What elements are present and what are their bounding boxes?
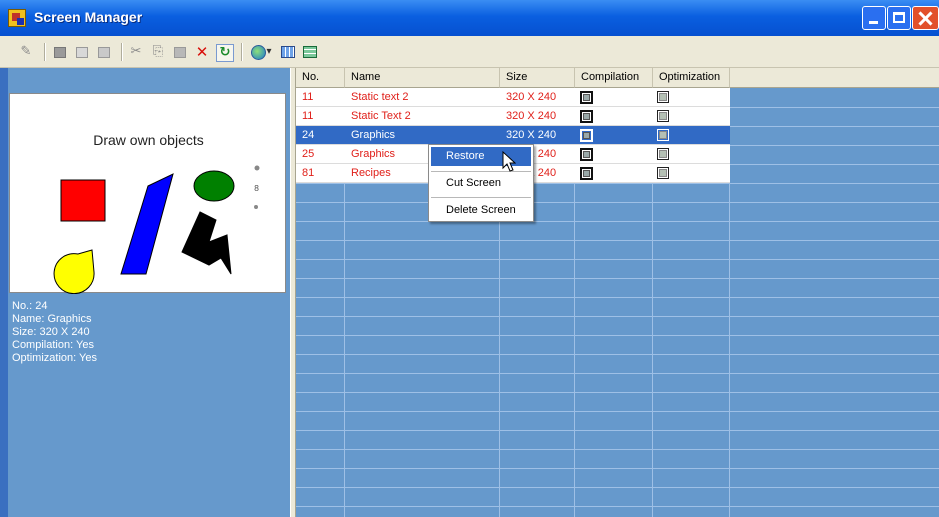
mouse-cursor-icon xyxy=(502,151,516,172)
grid-row-line xyxy=(296,259,939,260)
column-header-optimization[interactable]: Optimization xyxy=(653,68,730,88)
compilation-checkbox[interactable] xyxy=(580,110,593,123)
toolbar-separator xyxy=(241,43,243,61)
copy-icon[interactable]: ⎘ xyxy=(150,44,166,60)
column-header-filler xyxy=(730,68,939,88)
column-header-compilation[interactable]: Compilation xyxy=(575,68,653,88)
toolbar-separator xyxy=(121,43,123,61)
grid-row-line xyxy=(296,297,939,298)
optimization-checkbox[interactable] xyxy=(657,91,669,103)
delete-icon[interactable]: ✕ xyxy=(194,44,210,60)
grid-row-line xyxy=(296,316,939,317)
grid-row-line xyxy=(296,449,939,450)
grid-row-line xyxy=(296,373,939,374)
optimization-checkbox[interactable] xyxy=(657,148,669,160)
table-row-selected[interactable]: 24 Graphics 320 X 240 xyxy=(296,126,730,145)
grid-row-line xyxy=(296,506,939,507)
cell-size: 320 X 240 xyxy=(506,110,557,122)
maximize-button[interactable] xyxy=(887,6,911,30)
optimization-checkbox[interactable] xyxy=(657,110,669,122)
menu-item-delete-screen[interactable]: Delete Screen xyxy=(431,201,531,220)
grid-row-line xyxy=(296,240,939,241)
screen-preview: Draw own objects 8 xyxy=(9,93,286,294)
table-row[interactable]: 11 Static Text 2 320 X 240 xyxy=(296,107,730,126)
column-header-no[interactable]: No. xyxy=(296,68,345,88)
title-bar: Screen Manager xyxy=(0,0,939,36)
close-button[interactable] xyxy=(912,6,939,30)
screen-info: No.: 24 Name: Graphics Size: 320 X 240 C… xyxy=(12,300,97,365)
toolbar: ✎ ✂ ⎘ ✕ ↻ ▾ xyxy=(0,36,939,68)
cell-no: 11 xyxy=(302,110,314,122)
cell-size: 320 X 240 xyxy=(506,91,557,103)
screen-light-icon[interactable] xyxy=(74,44,90,60)
column-header-name[interactable]: Name xyxy=(345,68,500,88)
grid-row-line xyxy=(296,430,939,431)
green-ellipse xyxy=(193,170,235,202)
cell-no: 25 xyxy=(302,148,315,160)
cut-icon[interactable]: ✂ xyxy=(128,44,144,60)
compilation-checkbox[interactable] xyxy=(580,148,593,161)
column-header-size[interactable]: Size xyxy=(500,68,575,88)
handle-mark: 8 xyxy=(254,184,259,193)
handle-dot xyxy=(254,165,260,171)
preview-drawing: 8 xyxy=(53,165,260,294)
cell-no: 81 xyxy=(302,167,315,179)
grid-row-line xyxy=(296,411,939,412)
info-optimization: Optimization: Yes xyxy=(12,352,97,364)
grid-row-line xyxy=(296,278,939,279)
red-square xyxy=(60,179,106,222)
grid-row-line xyxy=(296,335,939,336)
dropdown-icon[interactable]: ▾ xyxy=(264,44,274,60)
cell-name: Recipes xyxy=(351,167,391,179)
grid-view-icon[interactable] xyxy=(302,44,318,60)
cell-name: Graphics xyxy=(351,129,396,141)
menu-separator xyxy=(431,197,531,198)
yellow-pacman xyxy=(53,249,95,294)
grid-row-line xyxy=(296,487,939,488)
info-name: Name: Graphics xyxy=(12,313,92,325)
refresh-icon[interactable]: ↻ xyxy=(216,44,234,62)
window-title: Screen Manager xyxy=(34,9,143,25)
cell-size: 320 X 240 xyxy=(506,129,557,141)
toolbar-separator xyxy=(44,43,46,61)
screen-icon[interactable] xyxy=(52,44,68,60)
optimization-checkbox[interactable] xyxy=(657,167,669,179)
grid-row-line xyxy=(296,221,939,222)
compilation-checkbox[interactable] xyxy=(580,167,593,180)
compilation-checkbox[interactable] xyxy=(580,129,593,142)
paste-icon[interactable] xyxy=(172,44,188,60)
menu-item-cut-screen[interactable]: Cut Screen xyxy=(431,174,531,193)
grid-row-line xyxy=(296,354,939,355)
list-view-icon[interactable] xyxy=(280,44,296,60)
cell-name: Graphics xyxy=(351,148,396,160)
black-bolt xyxy=(181,211,232,275)
cell-no: 24 xyxy=(302,129,315,141)
grid-row-line xyxy=(296,202,939,203)
grid-row-line xyxy=(296,468,939,469)
grid-row-line xyxy=(296,183,939,184)
cell-no: 11 xyxy=(302,91,314,103)
info-no: No.: 24 xyxy=(12,300,48,312)
screen-table: No. Name Size Compilation Optimization 1… xyxy=(296,68,939,517)
menu-separator xyxy=(431,171,531,172)
table-row[interactable]: 11 Static text 2 320 X 240 xyxy=(296,88,730,107)
cell-name: Static Text 2 xyxy=(351,110,411,122)
handle-dot xyxy=(254,205,258,209)
app-icon xyxy=(8,9,26,27)
info-compilation: Compilation: Yes xyxy=(12,339,94,351)
optimization-checkbox[interactable] xyxy=(657,129,669,141)
context-menu: Restore Cut Screen Delete Screen xyxy=(428,144,534,222)
info-size: Size: 320 X 240 xyxy=(12,326,90,338)
menu-item-restore[interactable]: Restore xyxy=(431,147,531,166)
folder-icon[interactable] xyxy=(96,44,112,60)
blue-parallelogram xyxy=(120,173,174,275)
grid-row-line xyxy=(296,392,939,393)
compilation-checkbox[interactable] xyxy=(580,91,593,104)
pen-icon[interactable]: ✎ xyxy=(18,44,34,60)
minimize-button[interactable] xyxy=(862,6,886,30)
cell-name: Static text 2 xyxy=(351,91,409,103)
